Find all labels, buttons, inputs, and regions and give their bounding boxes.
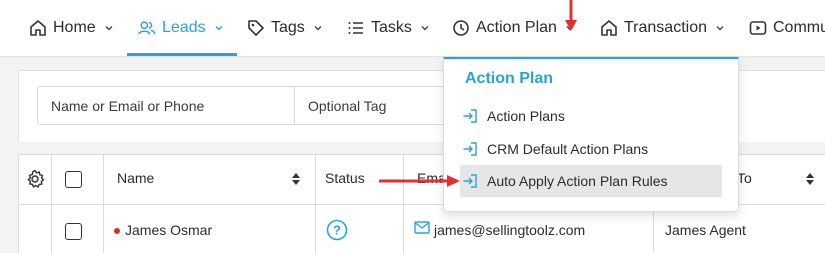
nav-leads[interactable]: Leads — [138, 0, 224, 56]
sign-in-icon — [462, 173, 478, 189]
home-icon — [600, 19, 618, 37]
action-plan-dropdown: Action Plan Action Plans CRM Default Act… — [443, 57, 739, 212]
sort-icon[interactable] — [291, 172, 301, 191]
select-all-checkbox[interactable] — [65, 171, 82, 188]
column-divider — [51, 154, 52, 253]
nav-transaction[interactable]: Transaction — [600, 0, 725, 56]
nav-communication[interactable]: Commu — [749, 0, 825, 56]
gear-icon[interactable] — [25, 169, 45, 194]
sign-in-icon — [462, 108, 478, 124]
top-nav: Home Leads Tags Tasks Action Plan Transa… — [0, 0, 825, 57]
name-email-phone-input[interactable]: Name or Email or Phone — [37, 86, 295, 125]
column-divider — [403, 154, 404, 253]
clock-icon — [452, 19, 470, 37]
menu-item-label: Auto Apply Action Plan Rules — [487, 173, 668, 189]
dropdown-title: Action Plan — [465, 70, 554, 87]
sort-icon[interactable] — [805, 172, 815, 191]
mail-icon — [414, 221, 430, 239]
menu-item-auto-apply-rules[interactable]: Auto Apply Action Plan Rules — [460, 165, 722, 197]
status-dot — [114, 228, 120, 234]
menu-item-crm-default-action-plans[interactable]: CRM Default Action Plans — [460, 133, 722, 165]
lead-name-link[interactable]: James Osmar — [125, 222, 212, 238]
home-icon — [29, 19, 47, 37]
menu-item-label: CRM Default Action Plans — [487, 141, 649, 157]
nav-leads-label: Leads — [162, 19, 206, 36]
users-icon — [138, 19, 156, 37]
nav-tasks[interactable]: Tasks — [347, 0, 430, 56]
nav-home[interactable]: Home — [29, 0, 114, 56]
nav-communication-label: Commu — [773, 19, 825, 36]
svg-text:?: ? — [333, 223, 341, 238]
nav-home-label: Home — [53, 19, 96, 36]
active-tab-indicator — [127, 53, 237, 56]
column-header-name[interactable]: Name — [117, 170, 154, 186]
column-header-status[interactable]: Status — [325, 170, 365, 186]
chevron-down-icon — [313, 23, 323, 33]
chevron-down-icon — [420, 23, 430, 33]
assigned-agent: James Agent — [665, 222, 746, 238]
tag-icon — [247, 19, 265, 37]
lead-email[interactable]: james@sellingtoolz.com — [434, 222, 585, 238]
menu-item-action-plans[interactable]: Action Plans — [460, 100, 722, 132]
video-icon — [749, 19, 767, 37]
name-email-phone-placeholder: Name or Email or Phone — [51, 97, 205, 114]
column-header-assigned-to[interactable]: To — [737, 170, 752, 186]
nav-tags[interactable]: Tags — [247, 0, 323, 56]
column-divider — [315, 154, 316, 253]
chevron-down-icon — [715, 23, 725, 33]
nav-transaction-label: Transaction — [624, 19, 707, 36]
nav-tasks-label: Tasks — [371, 19, 412, 36]
list-icon — [347, 19, 365, 37]
annotation-arrow-right — [379, 173, 461, 194]
optional-tag-placeholder: Optional Tag — [308, 97, 387, 114]
menu-item-label: Action Plans — [487, 108, 565, 124]
optional-tag-input[interactable]: Optional Tag — [294, 86, 454, 125]
nav-action-plan[interactable]: Action Plan — [452, 0, 575, 56]
row-checkbox[interactable] — [65, 223, 82, 240]
chevron-down-icon — [214, 23, 224, 33]
nav-action-plan-label: Action Plan — [476, 19, 557, 36]
question-icon[interactable]: ? — [326, 219, 348, 246]
column-divider — [103, 154, 104, 253]
nav-tags-label: Tags — [271, 19, 305, 36]
chevron-down-icon — [104, 23, 114, 33]
sign-in-icon — [462, 141, 478, 157]
annotation-arrow-down — [563, 0, 579, 37]
